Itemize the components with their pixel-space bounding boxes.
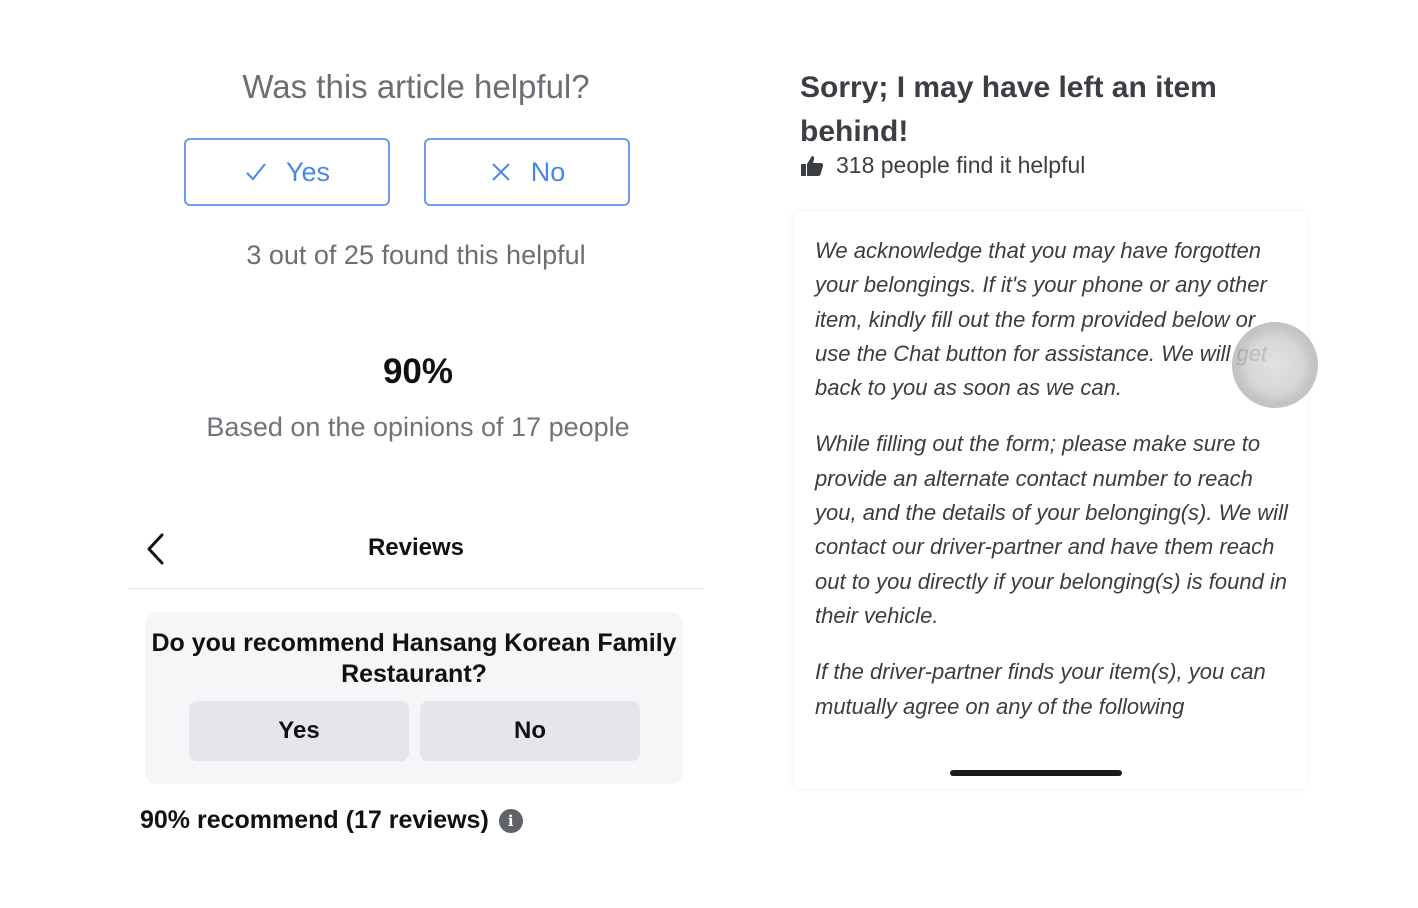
helpful-percentage: 90%: [382, 352, 454, 391]
article-content-card: We acknowledge that you may have forgott…: [793, 212, 1307, 788]
helpful-no-button[interactable]: No: [424, 138, 630, 206]
article-paragraph: If the driver-partner finds your item(s)…: [815, 659, 1266, 719]
found-helpful-count: 3 out of 25 found this helpful: [246, 240, 586, 270]
info-icon[interactable]: i: [498, 808, 523, 833]
recommend-yes-button[interactable]: Yes: [189, 701, 409, 761]
recommend-question: Do you recommend Hansang Korean Family R…: [151, 629, 677, 688]
recommend-summary: 90% recommend (17 reviews) i: [140, 806, 523, 835]
article-title: Sorry; I may have left an item behind!: [800, 71, 1217, 148]
reviews-page-title: Reviews: [367, 534, 465, 561]
header-divider: [128, 588, 704, 589]
helpful-yes-button[interactable]: Yes: [184, 138, 390, 206]
checkmark-icon: [246, 163, 266, 181]
article-helpful-question: Was this article helpful?: [242, 68, 590, 105]
home-indicator: [950, 770, 1122, 776]
article-helpful-count: 318 people find it helpful: [800, 152, 1085, 179]
thumbs-up-icon: [801, 155, 824, 176]
article-paragraph: While filling out the form; please make …: [815, 431, 1288, 628]
article-paragraph: We acknowledge that you may have forgott…: [815, 238, 1268, 401]
helpful-no-label: No: [530, 156, 566, 187]
recommend-no-button[interactable]: No: [420, 701, 640, 761]
recommend-summary-text: 90% recommend (17 reviews): [140, 806, 489, 834]
article-body: We acknowledge that you may have forgott…: [815, 234, 1293, 746]
helpful-yes-label: Yes: [285, 156, 331, 187]
helpful-count-text: 318 people find it helpful: [836, 152, 1086, 178]
x-icon: [492, 163, 510, 181]
opinions-count: Based on the opinions of 17 people: [206, 412, 630, 442]
touch-indicator: [1232, 322, 1318, 408]
